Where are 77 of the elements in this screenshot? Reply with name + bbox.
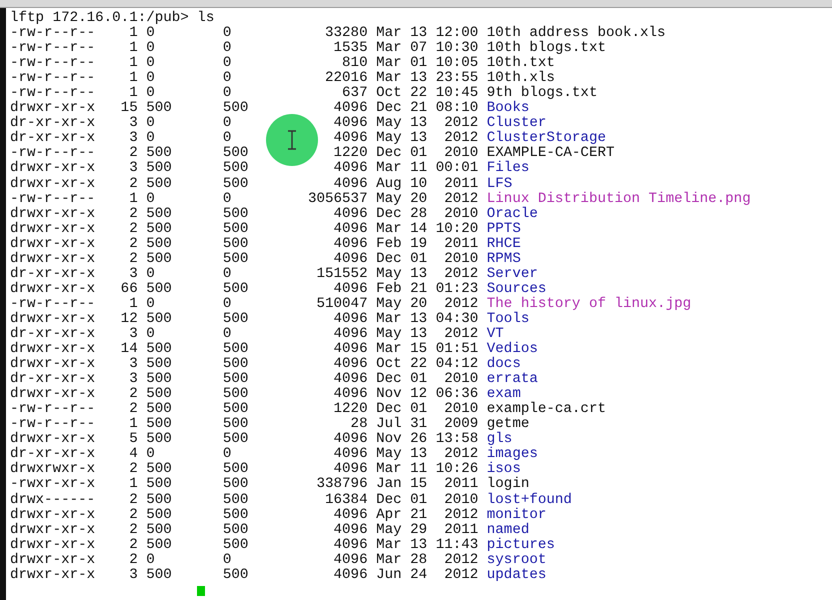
file-name: Files xyxy=(486,160,530,176)
file-name: RHCE xyxy=(486,236,521,252)
file-details: drwxr-xr-x 3 500 500 4096 Jun 24 2012 xyxy=(10,566,480,583)
file-details: drwxr-xr-x 2 0 0 4096 Mar 28 2012 xyxy=(10,552,480,568)
file-name: login xyxy=(486,476,530,492)
file-name: sysroot xyxy=(486,552,546,568)
file-details: drwxr-xr-x 2 500 500 4096 Mar 13 11:43 xyxy=(10,536,480,553)
file-name: Linux Distribution Timeline.png xyxy=(486,190,751,207)
file-name: pictures xyxy=(486,536,555,553)
file-name: monitor xyxy=(486,506,546,523)
file-name: named xyxy=(486,522,530,538)
file-details: drwxr-xr-x 2 500 500 4096 Dec 01 2010 xyxy=(10,250,480,267)
file-details: drwxr-xr-x 2 500 500 4096 Apr 21 2012 xyxy=(10,506,480,523)
file-details: dr-xr-xr-x 4 0 0 4096 May 13 2012 xyxy=(10,446,480,462)
file-details: -rw-r--r-- 1 0 0 510047 May 20 2012 xyxy=(10,296,480,312)
file-details: -rw-r--r-- 1 0 0 22016 Mar 13 23:55 xyxy=(10,70,480,86)
file-details: -rw-r--r-- 2 500 500 1220 Dec 01 2010 xyxy=(10,145,480,162)
file-details: dr-xr-xr-x 3 500 500 4096 Dec 01 2010 xyxy=(10,371,480,388)
file-details: drwxr-xr-x 66 500 500 4096 Feb 21 01:23 xyxy=(10,280,480,297)
click-highlight-icon xyxy=(266,114,318,166)
file-details: -rw-r--r-- 1 0 0 3056537 May 20 2012 xyxy=(10,190,480,207)
file-name: Cluster xyxy=(486,115,546,132)
file-name: 10th.txt xyxy=(486,55,555,72)
file-details: -rw-r--r-- 1 0 0 637 Oct 22 10:45 xyxy=(10,85,480,102)
file-name: PPTS xyxy=(486,220,521,237)
file-name: RPMS xyxy=(486,250,521,267)
file-details: -rw-r--r-- 1 500 500 28 Jul 31 2009 xyxy=(10,416,480,432)
file-name: Oracle xyxy=(486,206,538,222)
file-details: dr-xr-xr-x 3 0 0 4096 May 13 2012 xyxy=(10,115,480,132)
file-name: Tools xyxy=(486,310,530,327)
file-name: gls xyxy=(486,431,512,448)
file-name: updates xyxy=(486,566,546,583)
text-cursor xyxy=(197,586,206,596)
file-details: dr-xr-xr-x 3 0 0 151552 May 13 2012 xyxy=(10,266,480,282)
file-name: errata xyxy=(486,371,538,388)
file-name: isos xyxy=(486,461,521,478)
file-name: example-ca.crt xyxy=(486,401,606,418)
file-details: drwxrwxr-x 2 500 500 4096 Mar 11 10:26 xyxy=(10,461,480,478)
file-details: drwxr-xr-x 3 500 500 4096 Mar 11 00:01 xyxy=(10,160,480,176)
file-name: exam xyxy=(486,386,521,402)
file-details: drwxr-xr-x 2 500 500 4096 Dec 28 2010 xyxy=(10,206,480,222)
file-name: Vedios xyxy=(486,341,538,358)
file-name: 9th blogs.txt xyxy=(486,85,598,102)
file-details: drwxr-xr-x 15 500 500 4096 Dec 21 08:10 xyxy=(10,100,480,116)
file-name: The history of linux.jpg xyxy=(486,296,692,312)
file-details: -rw-r--r-- 1 0 0 1535 Mar 07 10:30 xyxy=(10,40,480,56)
file-details: drwxr-xr-x 12 500 500 4096 Mar 13 04:30 xyxy=(10,310,480,327)
file-details: drwx------ 2 500 500 16384 Dec 01 2010 xyxy=(10,492,480,508)
file-name: lost+found xyxy=(486,492,572,508)
file-name: docs xyxy=(486,356,521,372)
file-details: drwxr-xr-x 2 500 500 4096 Nov 12 06:36 xyxy=(10,386,480,402)
file-details: -rw-r--r-- 1 0 0 33280 Mar 13 12:00 xyxy=(10,25,480,42)
file-name: 10th.xls xyxy=(486,70,555,86)
file-details: drwxr-xr-x 2 500 500 4096 Mar 14 10:20 xyxy=(10,220,480,237)
file-details: drwxr-xr-x 3 500 500 4096 Oct 22 04:12 xyxy=(10,356,480,372)
command-prompt: lftp 172.16.0.1:/pub> ls xyxy=(10,10,214,26)
file-name: images xyxy=(486,446,538,462)
file-details: dr-xr-xr-x 3 0 0 4096 May 13 2012 xyxy=(10,326,480,342)
file-name: Server xyxy=(486,266,538,282)
file-details: -rw-r--r-- 2 500 500 1220 Dec 01 2010 xyxy=(10,401,480,418)
file-name: LFS xyxy=(486,176,512,192)
file-details: drwxr-xr-x 5 500 500 4096 Nov 26 13:58 xyxy=(10,431,480,448)
file-name: 10th blogs.txt xyxy=(486,40,606,56)
file-name: Books xyxy=(486,100,530,116)
file-details: -rw-r--r-- 1 0 0 810 Mar 01 10:05 xyxy=(10,55,480,72)
file-details: dr-xr-xr-x 3 0 0 4096 May 13 2012 xyxy=(10,130,480,146)
file-name: getme xyxy=(486,416,530,432)
file-name: VT xyxy=(486,326,504,342)
file-details: drwxr-xr-x 2 500 500 4096 May 29 2011 xyxy=(10,522,480,538)
file-name: EXAMPLE-CA-CERT xyxy=(486,145,614,162)
file-name: 10th address book.xls xyxy=(486,25,666,42)
file-name: Sources xyxy=(486,280,546,297)
file-details: -rwxr-xr-x 1 500 500 338796 Jan 15 2011 xyxy=(10,476,480,492)
file-name: ClusterStorage xyxy=(486,130,606,146)
file-details: drwxr-xr-x 14 500 500 4096 Mar 15 01:51 xyxy=(10,341,480,358)
file-details: drwxr-xr-x 2 500 500 4096 Aug 10 2011 xyxy=(10,176,480,192)
file-details: drwxr-xr-x 2 500 500 4096 Feb 19 2011 xyxy=(10,236,480,252)
